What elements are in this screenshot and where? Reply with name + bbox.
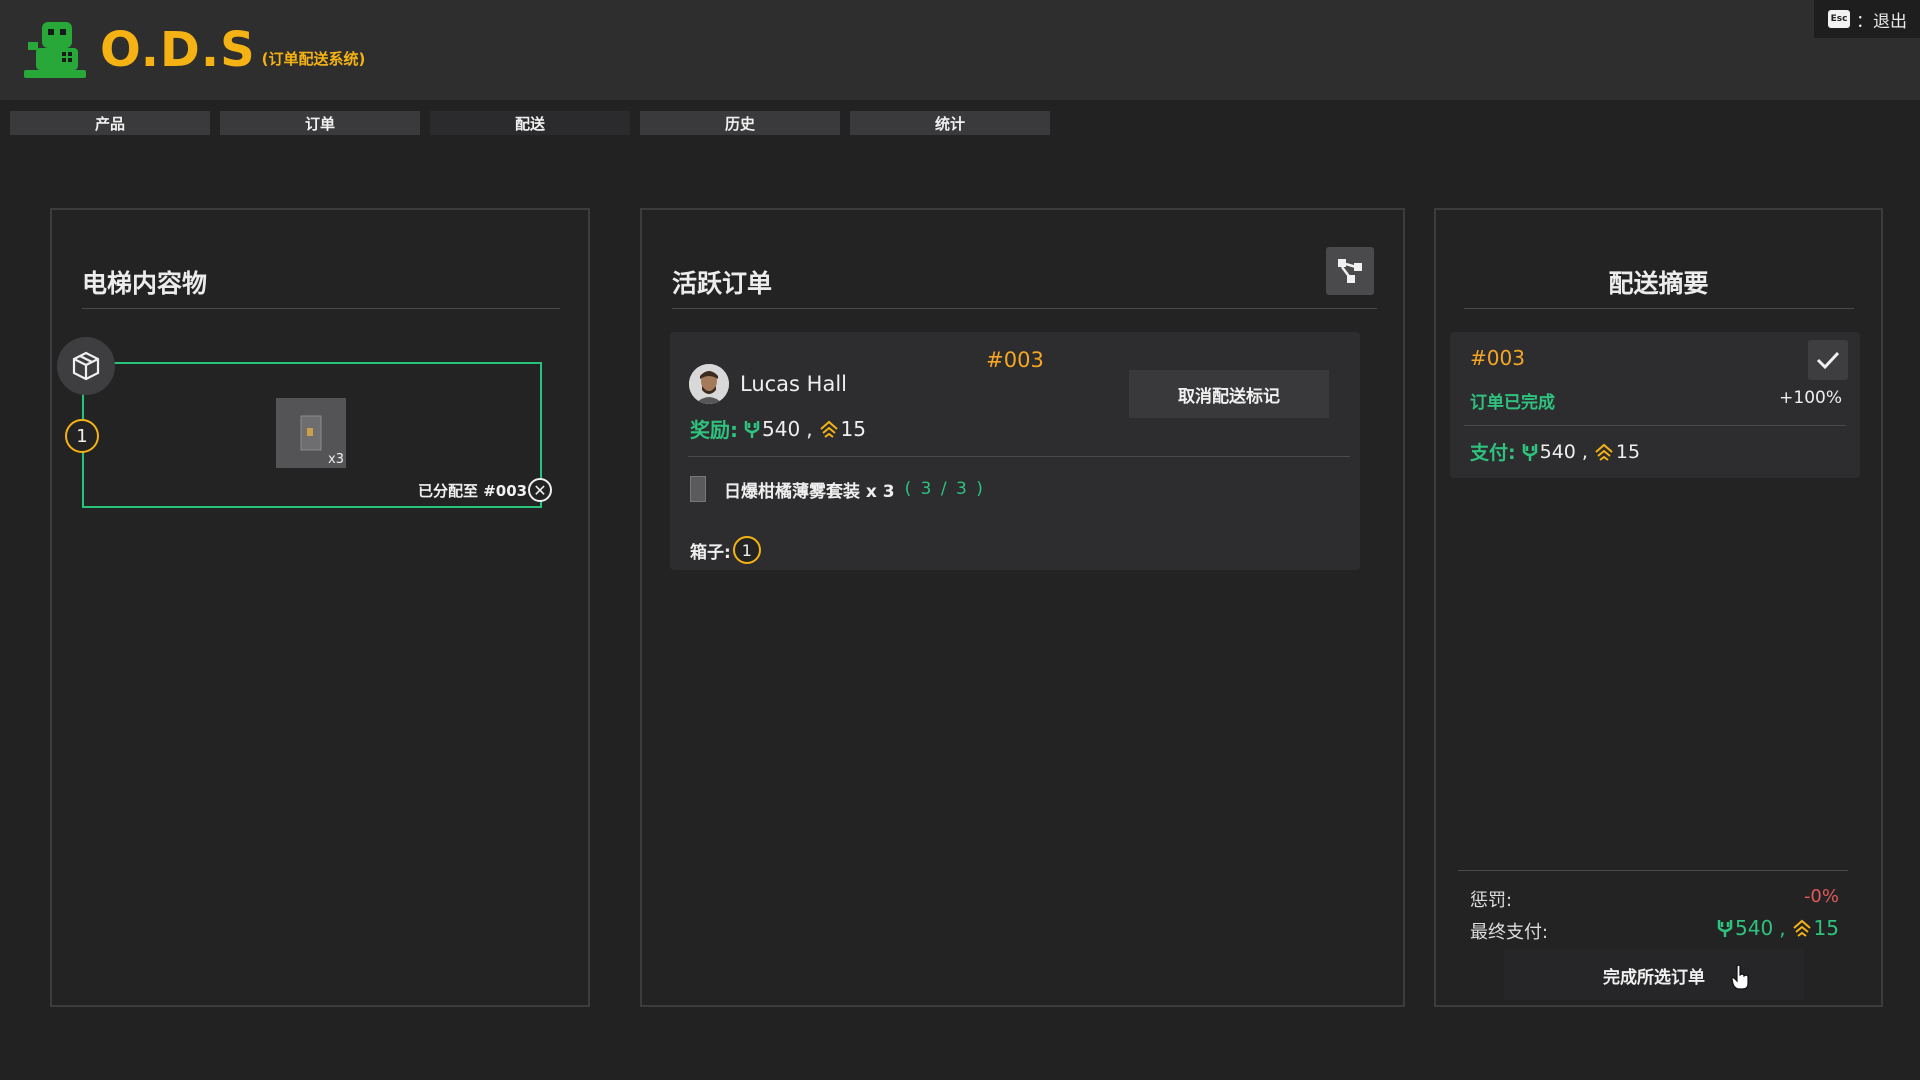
pay-money: 540 (1539, 440, 1576, 463)
product-thumbnail (690, 476, 706, 502)
unassign-close-icon[interactable]: ✕ (528, 478, 552, 502)
order-product-row: 日爆柑橘薄雾套装 x 3 ( 3 / 3 ) (690, 476, 985, 502)
tab-products[interactable]: 产品 (10, 111, 210, 135)
check-icon (1816, 351, 1840, 370)
product-package-icon (300, 415, 322, 451)
money-icon (744, 419, 760, 439)
final-payment-value: 540 , 15 (1717, 916, 1839, 940)
penalty-label: 惩罚: (1470, 890, 1513, 911)
main-tabs: 产品 订单 配送 历史 统计 (10, 111, 1050, 135)
pay-separator: , (1581, 440, 1588, 463)
box-number-badge: 1 (65, 419, 99, 453)
divider (672, 308, 1377, 309)
divider (1458, 870, 1848, 871)
xp-chevron-icon (819, 420, 839, 438)
route-button[interactable] (1326, 247, 1374, 295)
app-subtitle: (订单配送系统) (261, 49, 366, 68)
xp-chevron-icon (1594, 443, 1614, 461)
reward-xp: 15 (840, 416, 866, 441)
exit-button[interactable]: Esc ：退出 (1814, 0, 1920, 38)
product-name: 日爆柑橘薄雾套装 x 3 (724, 481, 895, 502)
summary-payment: 支付: 540 , 15 (1470, 438, 1640, 465)
elevator-item[interactable]: x3 (276, 398, 346, 468)
summary-title: 配送摘要 (1608, 269, 1709, 298)
item-quantity: x3 (328, 452, 344, 467)
money-icon (1522, 442, 1538, 462)
complete-selected-orders-button[interactable]: 完成所选订单 (1504, 950, 1804, 1000)
box-badge (57, 337, 115, 395)
final-payment-label: 最终支付: (1470, 922, 1549, 943)
robot-logo-icon (24, 22, 86, 78)
top-bar: O.D.S (订单配送系统) Esc ：退出 (0, 0, 1920, 100)
tab-orders[interactable]: 订单 (220, 111, 420, 135)
cancel-delivery-mark-button[interactable]: 取消配送标记 (1129, 370, 1329, 418)
boxes-label: 箱子: (690, 542, 731, 563)
xp-chevron-icon (1792, 919, 1812, 937)
order-card[interactable]: #003 Lucas Hall 奖励: 540 , 15 取消配送标记 日爆柑橘… (670, 332, 1360, 570)
box-icon (72, 351, 100, 381)
product-count: ( 3 / 3 ) (904, 479, 985, 499)
reward-money: 540 (762, 416, 801, 441)
customer-name: Lucas Hall (740, 372, 847, 396)
box-number-badge: 1 (732, 536, 761, 564)
order-status: 订单已完成 (1470, 393, 1555, 413)
route-share-icon (1338, 259, 1362, 283)
divider (1464, 425, 1846, 426)
tab-delivery[interactable]: 配送 (430, 111, 630, 135)
final-money: 540 (1735, 916, 1774, 940)
completion-percent: +100% (1779, 388, 1842, 408)
app-logo: O.D.S (订单配送系统) (22, 18, 365, 82)
pay-label: 支付: (1470, 442, 1516, 464)
esc-key-icon: Esc (1828, 10, 1850, 28)
app-title: O.D.S (100, 22, 256, 78)
pay-xp: 15 (1615, 440, 1641, 463)
elevator-title: 电梯内容物 (82, 269, 208, 298)
final-xp: 15 (1813, 916, 1839, 940)
customer-avatar (689, 364, 729, 404)
reward-label: 奖励: (690, 418, 738, 442)
assigned-label: 已分配至 #003 (418, 482, 528, 500)
delivery-summary-panel: 配送摘要 #003 订单已完成 +100% 支付: 540 , 15 惩罚: -… (1434, 208, 1883, 1007)
penalty-value: -0% (1803, 886, 1839, 907)
tab-history[interactable]: 历史 (640, 111, 840, 135)
reward-separator: , (806, 416, 813, 441)
exit-label: ：退出 (1856, 11, 1907, 32)
money-icon (1717, 918, 1733, 938)
divider (82, 308, 560, 309)
elevator-panel: 电梯内容物 1 x3 已分配至 #003 ✕ (50, 208, 590, 1007)
summary-order-card[interactable]: #003 订单已完成 +100% 支付: 540 , 15 (1450, 332, 1860, 478)
tab-stats[interactable]: 统计 (850, 111, 1050, 135)
summary-order-id: #003 (1470, 346, 1525, 370)
order-id: #003 (986, 348, 1044, 372)
divider (1464, 308, 1854, 309)
final-separator: , (1779, 916, 1786, 940)
divider (688, 456, 1350, 457)
order-reward: 奖励: 540 , 15 (690, 414, 866, 443)
order-select-checkbox[interactable] (1808, 340, 1848, 380)
hand-cursor-icon (1731, 964, 1749, 990)
active-orders-panel: 活跃订单 #003 Lucas Hall 奖励: 540 , 15 取消配送标记… (640, 208, 1405, 1007)
order-boxes-row: 箱子: 1 (690, 536, 761, 564)
active-orders-title: 活跃订单 (672, 269, 773, 298)
